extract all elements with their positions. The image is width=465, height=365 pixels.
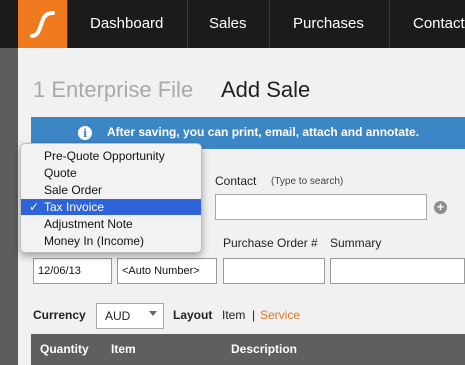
contact-hint: (Type to search) [271,176,344,187]
summary-field[interactable] [330,258,465,284]
menu-item-quote[interactable]: Quote [21,165,201,181]
lines-table-header: Quantity Item Description [31,334,465,365]
menu-item-label: Adjustment Note [44,217,133,231]
layout-separator: | [252,308,256,322]
menu-item-label: Tax Invoice [44,200,105,214]
menu-item-tax-invoice[interactable]: ✓ Tax Invoice [21,199,201,215]
info-icon-glyph: i [83,127,88,140]
info-banner-text: After saving, you can print, email, atta… [107,125,420,139]
contact-label: Contact [215,174,257,188]
menu-item-money-in[interactable]: Money In (Income) [21,233,201,249]
column-header-quantity: Quantity [40,342,89,356]
top-nav-bar: Dashboard Sales Purchases Contact [0,0,465,48]
summary-label: Summary [330,236,382,250]
currency-value: AUD [105,309,131,323]
invoice-number-field[interactable]: <Auto Number> [117,258,217,284]
info-icon: i [78,126,92,140]
side-strip [0,48,18,365]
column-header-item: Item [111,342,136,356]
menu-item-label: Pre-Quote Opportunity [44,149,165,163]
currency-label: Currency [33,308,86,322]
layout-service-link[interactable]: Service [260,308,300,322]
column-header-description: Description [231,342,298,356]
nav-divider [389,0,390,48]
purchase-order-label: Purchase Order # [223,236,318,250]
menu-item-pre-quote[interactable]: Pre-Quote Opportunity [21,148,201,164]
nav-item-sales[interactable]: Sales [209,0,247,48]
currency-select[interactable]: AUD [96,303,164,329]
layout-label: Layout [173,308,213,322]
nav-item-contact[interactable]: Contact [413,0,465,48]
nav-item-purchases[interactable]: Purchases [293,0,364,48]
page-title: Add Sale [221,77,311,102]
checkmark-icon: ✓ [29,200,40,214]
chevron-down-icon [149,311,157,316]
nav-item-dashboard[interactable]: Dashboard [90,0,163,48]
sale-type-dropdown-menu[interactable]: Pre-Quote Opportunity Quote Sale Order ✓… [20,143,202,253]
company-file-name: 1 Enterprise File [33,77,194,102]
menu-item-adjustment-note[interactable]: Adjustment Note [21,216,201,232]
logo-icon[interactable] [18,0,67,48]
menu-item-label: Money In (Income) [44,234,145,248]
purchase-order-field[interactable] [223,258,325,284]
nav-divider [187,0,188,48]
nav-divider [67,0,68,48]
add-contact-icon[interactable]: + [434,201,447,214]
date-field[interactable]: 12/06/13 [33,258,112,284]
menu-item-sale-order[interactable]: Sale Order [21,182,201,198]
nav-divider [269,0,270,48]
layout-item-option[interactable]: Item [222,308,245,322]
contact-search-input[interactable] [215,194,427,220]
menu-item-label: Quote [44,166,77,180]
menu-item-label: Sale Order [44,183,103,197]
